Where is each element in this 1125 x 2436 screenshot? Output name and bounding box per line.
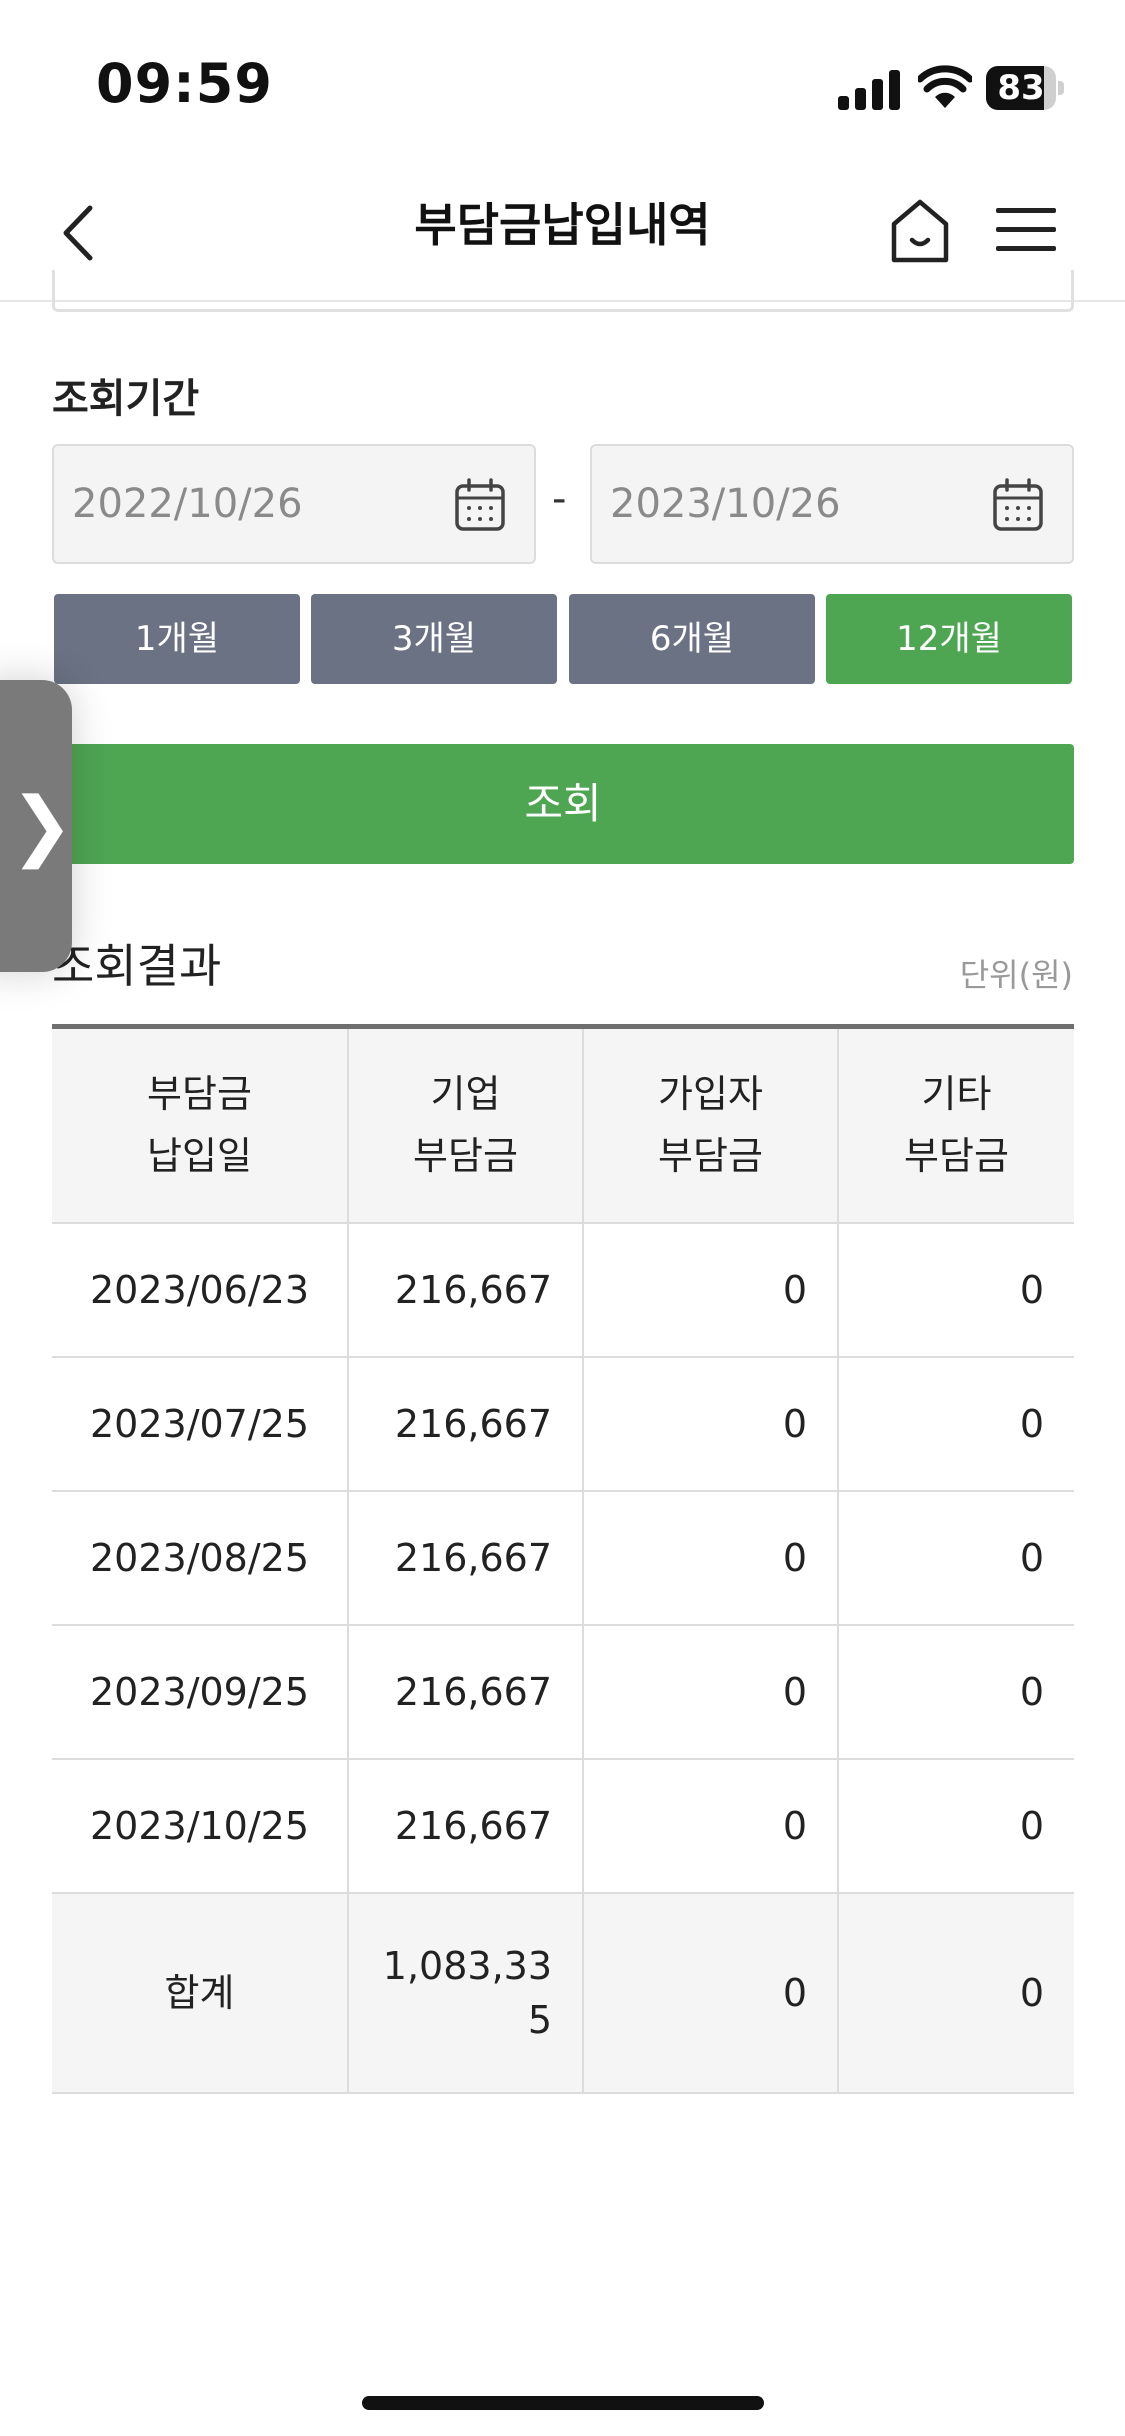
row-date: 2023/07/25	[52, 1355, 349, 1492]
previous-form-box	[52, 270, 1074, 312]
header-payment-date: 부담금 납입일	[52, 1025, 349, 1224]
period-12-month-button[interactable]: 12개월	[826, 594, 1072, 684]
row-member-amount: 0	[582, 1355, 839, 1492]
row-other-amount: 0	[837, 1623, 1074, 1760]
results-table: 부담금 납입일 기업 부담금 가입자 부담금 기타 부담금 2023/06/23 216…	[52, 1024, 1074, 2094]
back-icon[interactable]	[50, 198, 110, 268]
row-member-amount: 0	[582, 1221, 839, 1358]
row-date: 2023/10/25	[52, 1757, 349, 1894]
status-time: 09:59	[96, 52, 273, 115]
table-header-row: 부담금 납입일 기업 부담금 가입자 부담금 기타 부담금	[52, 1025, 1074, 1224]
table-row: 2023/10/25 216,667 0 0	[52, 1757, 1074, 1894]
row-other-amount: 0	[837, 1221, 1074, 1358]
row-company-amount: 216,667	[347, 1757, 584, 1894]
calendar-icon[interactable]	[992, 478, 1044, 532]
row-member-amount: 0	[582, 1757, 839, 1894]
results-label: 조회결과	[52, 939, 222, 993]
battery-icon: 83	[986, 66, 1064, 110]
table-row: 2023/06/23 216,667 0 0	[52, 1221, 1074, 1358]
table-row: 2023/09/25 216,667 0 0	[52, 1623, 1074, 1760]
calendar-icon[interactable]	[454, 478, 506, 532]
search-button[interactable]: 조회	[52, 744, 1074, 864]
start-date-value: 2022/10/26	[72, 481, 303, 527]
header-member-contribution: 가입자 부담금	[582, 1025, 839, 1224]
end-date-field[interactable]: 2023/10/26	[590, 444, 1074, 564]
menu-icon[interactable]	[994, 204, 1058, 256]
start-date-field[interactable]: 2022/10/26	[52, 444, 536, 564]
table-row: 2023/07/25 216,667 0 0	[52, 1355, 1074, 1492]
period-3-month-button[interactable]: 3개월	[311, 594, 557, 684]
total-company-amount: 1,083,33 5	[347, 1891, 584, 2094]
row-other-amount: 0	[837, 1489, 1074, 1626]
row-company-amount: 216,667	[347, 1489, 584, 1626]
battery-level: 83	[997, 68, 1045, 108]
date-separator: -	[552, 476, 567, 522]
row-member-amount: 0	[582, 1489, 839, 1626]
total-row: 합계 1,083,33 5 0 0	[52, 1891, 1074, 2094]
period-6-month-button[interactable]: 6개월	[569, 594, 815, 684]
total-label: 합계	[52, 1891, 349, 2094]
table-row: 2023/08/25 216,667 0 0	[52, 1489, 1074, 1626]
end-date-value: 2023/10/26	[610, 481, 841, 527]
unit-label: 단위(원)	[959, 956, 1073, 994]
row-member-amount: 0	[582, 1623, 839, 1760]
row-date: 2023/09/25	[52, 1623, 349, 1760]
page: 09:59 83 부담금납입내역 조회기간 2022/10/26 - 2023/…	[0, 0, 1125, 2436]
side-panel-handle[interactable]: ❯	[0, 680, 74, 972]
chevron-right-icon: ❯	[10, 780, 74, 869]
row-other-amount: 0	[837, 1355, 1074, 1492]
row-date: 2023/06/23	[52, 1221, 349, 1358]
status-bar: 09:59 83	[0, 0, 1125, 160]
total-other-amount: 0	[837, 1891, 1074, 2094]
header-company-contribution: 기업 부담금	[347, 1025, 584, 1224]
row-company-amount: 216,667	[347, 1221, 584, 1358]
wifi-icon	[918, 65, 972, 108]
home-indicator[interactable]	[362, 2396, 764, 2410]
period-label: 조회기간	[52, 376, 200, 422]
row-date: 2023/08/25	[52, 1489, 349, 1626]
row-other-amount: 0	[837, 1757, 1074, 1894]
total-member-amount: 0	[582, 1891, 839, 2094]
row-company-amount: 216,667	[347, 1355, 584, 1492]
row-company-amount: 216,667	[347, 1623, 584, 1760]
period-1-month-button[interactable]: 1개월	[54, 594, 300, 684]
home-icon[interactable]	[888, 196, 952, 266]
header-other-contribution: 기타 부담금	[837, 1025, 1074, 1224]
cellular-signal-icon	[838, 70, 902, 110]
